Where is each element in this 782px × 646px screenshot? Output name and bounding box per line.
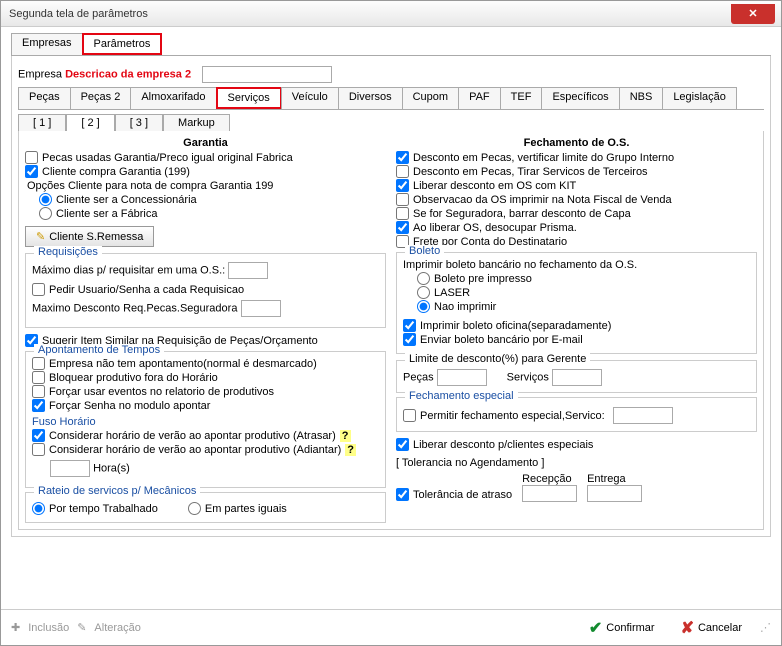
cat-tab-9[interactable]: Específicos xyxy=(541,87,619,109)
chk-liberar-kit[interactable] xyxy=(396,179,409,192)
cat-tab-2[interactable]: Almoxarifado xyxy=(130,87,216,109)
window-title: Segunda tela de parâmetros xyxy=(9,8,731,20)
sub-tab-2[interactable]: [ 3 ] xyxy=(115,114,163,131)
close-button[interactable]: ✕ xyxy=(731,4,775,24)
cat-tab-5[interactable]: Diversos xyxy=(338,87,403,109)
chk-clientes-especiais[interactable] xyxy=(396,438,409,451)
cat-tab-7[interactable]: PAF xyxy=(458,87,501,109)
category-tabs: PeçasPeças 2AlmoxarifadoServiçosVeículoD… xyxy=(18,87,764,110)
input-max-dias[interactable] xyxy=(228,262,268,279)
input-tol-entrega[interactable] xyxy=(587,485,642,502)
limite-title: Limite de desconto(%) para Gerente xyxy=(405,353,590,365)
input-max-desconto[interactable] xyxy=(241,300,281,317)
rateio-title: Rateio de servicos p/ Mecânicos xyxy=(34,485,200,497)
edit-icon: ✎ xyxy=(77,621,86,634)
fechamento-title: Fechamento de O.S. xyxy=(396,137,757,149)
chk-pecas-usadas[interactable] xyxy=(25,151,38,164)
input-limite-pecas[interactable] xyxy=(437,369,487,386)
cat-tab-8[interactable]: TEF xyxy=(500,87,543,109)
tolerancia-title: [ Tolerancia no Agendamento ] xyxy=(396,457,757,469)
cancel-button[interactable]: ✘Cancelar xyxy=(673,614,750,642)
sub-tab-1[interactable]: [ 2 ] xyxy=(66,114,114,131)
help-icon[interactable]: ? xyxy=(345,444,356,456)
chk-boleto-oficina[interactable] xyxy=(403,319,416,332)
rad-boleto-nao[interactable] xyxy=(417,300,430,313)
chk-tolerancia-atraso[interactable] xyxy=(396,488,409,501)
cat-tab-4[interactable]: Veículo xyxy=(281,87,339,109)
add-icon: ✚ xyxy=(11,621,20,634)
empresa-label: Empresa xyxy=(18,68,62,80)
cat-tab-10[interactable]: NBS xyxy=(619,87,664,109)
chk-desocupar-prisma[interactable] xyxy=(396,221,409,234)
rad-boleto-pre[interactable] xyxy=(417,272,430,285)
chk-boleto-email[interactable] xyxy=(403,333,416,346)
cat-tab-0[interactable]: Peças xyxy=(18,87,71,109)
chk-forcar-senha[interactable] xyxy=(32,399,45,412)
input-horas[interactable] xyxy=(50,460,90,477)
cat-tab-1[interactable]: Peças 2 xyxy=(70,87,132,109)
tab-parametros[interactable]: Parâmetros xyxy=(82,33,163,55)
chk-fuso-adiantar[interactable] xyxy=(32,443,45,456)
sub-tab-3[interactable]: Markup xyxy=(163,114,230,131)
tab-empresas[interactable]: Empresas xyxy=(11,33,83,55)
opcoes-cliente-label: Opções Cliente para nota de compra Garan… xyxy=(27,180,386,192)
fechamento-especial-title: Fechamento especial xyxy=(405,390,518,402)
chk-empresa-apontamento[interactable] xyxy=(32,357,45,370)
cat-tab-6[interactable]: Cupom xyxy=(402,87,459,109)
boleto-imprimir-label: Imprimir boleto bancário no fechamento d… xyxy=(403,259,750,271)
chk-desc-terceiros[interactable] xyxy=(396,165,409,178)
top-tabs: Empresas Parâmetros xyxy=(11,33,771,56)
requisicoes-title: Requisições xyxy=(34,246,102,258)
cat-tab-3[interactable]: Serviços xyxy=(216,87,282,109)
sub-tab-0[interactable]: [ 1 ] xyxy=(18,114,66,131)
chk-seguradora-capa[interactable] xyxy=(396,207,409,220)
confirm-button[interactable]: ✔Confirmar xyxy=(581,614,663,642)
chk-obs-nf[interactable] xyxy=(396,193,409,206)
rad-boleto-laser[interactable] xyxy=(417,286,430,299)
rad-tempo-trabalhado[interactable] xyxy=(32,502,45,515)
input-tol-recepcao[interactable] xyxy=(522,485,577,502)
empresa-field[interactable] xyxy=(202,66,332,83)
inclusao-label: Inclusão xyxy=(28,622,69,634)
chk-forcar-eventos[interactable] xyxy=(32,385,45,398)
cat-tab-11[interactable]: Legislação xyxy=(662,87,737,109)
rad-partes-iguais[interactable] xyxy=(188,502,201,515)
input-limite-servicos[interactable] xyxy=(552,369,602,386)
garantia-title: Garantia xyxy=(25,137,386,149)
chk-desc-grupo[interactable] xyxy=(396,151,409,164)
rad-concessionaria[interactable] xyxy=(39,193,52,206)
apontamento-title: Apontamento de Tempos xyxy=(34,344,164,356)
rad-fabrica[interactable] xyxy=(39,207,52,220)
chk-fuso-atrasar[interactable] xyxy=(32,429,45,442)
chk-bloquear-produtivo[interactable] xyxy=(32,371,45,384)
help-icon[interactable]: ? xyxy=(340,430,351,442)
sub-tabs: [ 1 ][ 2 ][ 3 ]Markup xyxy=(18,114,764,131)
chk-cliente-compra[interactable] xyxy=(25,165,38,178)
alteracao-label: Alteração xyxy=(94,622,140,634)
empresa-desc: Descricao da empresa 2 xyxy=(65,68,191,80)
input-fech-servico[interactable] xyxy=(613,407,673,424)
btn-cliente-remessa[interactable]: ✎Cliente S.Remessa xyxy=(25,226,154,247)
chk-pedir-usuario[interactable] xyxy=(32,283,45,296)
resize-grip-icon: ⋰ xyxy=(760,621,771,634)
chk-fech-especial[interactable] xyxy=(403,409,416,422)
boleto-title: Boleto xyxy=(405,245,444,257)
fuso-title: Fuso Horário xyxy=(32,416,379,428)
